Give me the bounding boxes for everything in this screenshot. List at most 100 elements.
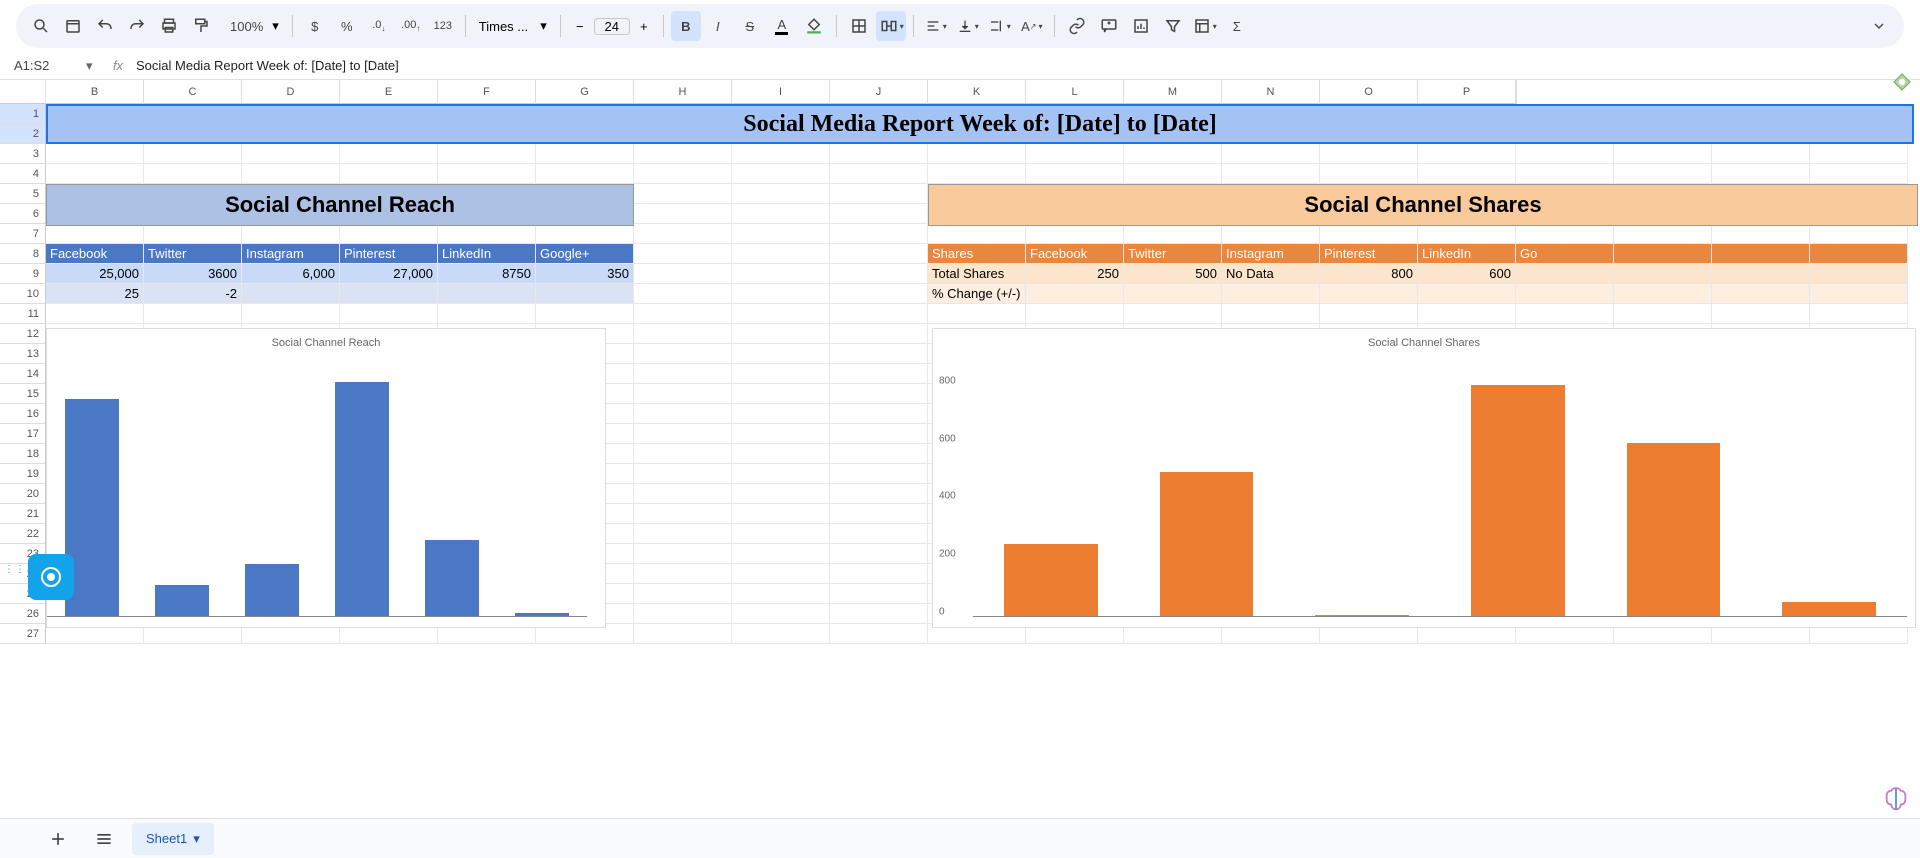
cell[interactable] bbox=[1810, 264, 1908, 284]
row-header[interactable]: 26 bbox=[0, 604, 46, 624]
italic-button[interactable]: I bbox=[703, 11, 733, 41]
cell[interactable] bbox=[340, 164, 438, 184]
cell[interactable] bbox=[438, 144, 536, 164]
chevron-down-icon[interactable]: ▾ bbox=[193, 831, 200, 847]
name-box[interactable]: A1:S2 bbox=[8, 58, 86, 73]
cell[interactable] bbox=[830, 284, 928, 304]
cell[interactable] bbox=[732, 364, 830, 384]
column-header[interactable]: D bbox=[242, 80, 340, 104]
ai-assistant-icon[interactable] bbox=[1882, 786, 1910, 814]
cell[interactable] bbox=[1320, 224, 1418, 244]
column-header[interactable]: J bbox=[830, 80, 928, 104]
cell[interactable] bbox=[1810, 244, 1908, 264]
cell[interactable]: 25 bbox=[46, 284, 144, 304]
cell[interactable] bbox=[830, 464, 928, 484]
decrease-decimal-icon[interactable]: .0↓ bbox=[364, 11, 394, 41]
cell[interactable] bbox=[46, 224, 144, 244]
decrease-font-button[interactable]: − bbox=[568, 14, 592, 38]
cell[interactable] bbox=[732, 404, 830, 424]
cell[interactable] bbox=[732, 444, 830, 464]
bold-button[interactable]: B bbox=[671, 11, 701, 41]
cell[interactable] bbox=[1124, 284, 1222, 304]
cell[interactable] bbox=[1712, 244, 1810, 264]
cell[interactable] bbox=[830, 524, 928, 544]
cell[interactable] bbox=[1124, 224, 1222, 244]
cell[interactable] bbox=[830, 504, 928, 524]
cell[interactable]: Google+ bbox=[536, 244, 634, 264]
cell[interactable] bbox=[732, 564, 830, 584]
column-header[interactable]: P bbox=[1418, 80, 1516, 104]
cell[interactable] bbox=[46, 164, 144, 184]
fill-color-button[interactable] bbox=[799, 11, 829, 41]
cell[interactable] bbox=[830, 364, 928, 384]
cell[interactable] bbox=[830, 204, 928, 224]
column-header[interactable]: G bbox=[536, 80, 634, 104]
cell[interactable] bbox=[732, 204, 830, 224]
cell[interactable] bbox=[1026, 144, 1124, 164]
cell[interactable] bbox=[830, 564, 928, 584]
search-icon[interactable] bbox=[26, 11, 56, 41]
cell[interactable] bbox=[634, 444, 732, 464]
cell[interactable] bbox=[1026, 284, 1124, 304]
column-header[interactable]: I bbox=[732, 80, 830, 104]
cell[interactable]: 600 bbox=[1418, 264, 1516, 284]
paint-format-icon[interactable] bbox=[186, 11, 216, 41]
cell[interactable] bbox=[1712, 284, 1810, 304]
cell[interactable] bbox=[634, 604, 732, 624]
cell[interactable] bbox=[830, 424, 928, 444]
cell[interactable] bbox=[634, 304, 732, 324]
reach-chart[interactable]: Social Channel Reach bbox=[46, 328, 606, 628]
cell[interactable]: 3600 bbox=[144, 264, 242, 284]
cell[interactable] bbox=[634, 584, 732, 604]
select-all-corner[interactable] bbox=[0, 80, 46, 104]
row-header[interactable]: 20 bbox=[0, 484, 46, 504]
row-header[interactable]: 5 bbox=[0, 184, 46, 204]
cell[interactable] bbox=[340, 224, 438, 244]
vertical-align-button[interactable]: ▾ bbox=[953, 11, 983, 41]
cell[interactable] bbox=[830, 584, 928, 604]
cell[interactable] bbox=[1614, 224, 1712, 244]
cell[interactable] bbox=[1418, 224, 1516, 244]
cell[interactable] bbox=[438, 304, 536, 324]
record-button[interactable] bbox=[28, 554, 74, 600]
cell[interactable] bbox=[634, 524, 732, 544]
cell[interactable]: LinkedIn bbox=[438, 244, 536, 264]
cell[interactable]: No Data bbox=[1222, 264, 1320, 284]
cell[interactable] bbox=[1320, 164, 1418, 184]
increase-decimal-icon[interactable]: .00↑ bbox=[396, 11, 426, 41]
cell[interactable] bbox=[340, 304, 438, 324]
cell[interactable] bbox=[242, 284, 340, 304]
row-header[interactable]: 21 bbox=[0, 504, 46, 524]
cell[interactable] bbox=[1124, 144, 1222, 164]
cell[interactable] bbox=[144, 164, 242, 184]
cell[interactable] bbox=[732, 284, 830, 304]
cell[interactable] bbox=[1614, 144, 1712, 164]
cell[interactable]: Twitter bbox=[1124, 244, 1222, 264]
cell[interactable] bbox=[1222, 304, 1320, 324]
cell[interactable] bbox=[1222, 144, 1320, 164]
undo-icon[interactable] bbox=[90, 11, 120, 41]
side-panel-toggle[interactable] bbox=[1890, 70, 1914, 94]
cell[interactable]: -2 bbox=[144, 284, 242, 304]
cell[interactable] bbox=[536, 164, 634, 184]
cell[interactable] bbox=[536, 284, 634, 304]
cell[interactable] bbox=[732, 304, 830, 324]
cell[interactable] bbox=[732, 324, 830, 344]
cell[interactable] bbox=[46, 304, 144, 324]
cell[interactable] bbox=[1516, 264, 1614, 284]
cell[interactable]: 27,000 bbox=[340, 264, 438, 284]
cell[interactable] bbox=[1712, 264, 1810, 284]
cell[interactable] bbox=[1124, 304, 1222, 324]
cell[interactable] bbox=[830, 304, 928, 324]
cell[interactable] bbox=[830, 184, 928, 204]
cell[interactable] bbox=[634, 164, 732, 184]
cell[interactable] bbox=[340, 284, 438, 304]
row-header[interactable]: 2 bbox=[0, 124, 46, 144]
cell[interactable]: Go bbox=[1516, 244, 1614, 264]
cell[interactable]: 800 bbox=[1320, 264, 1418, 284]
cell[interactable] bbox=[732, 584, 830, 604]
column-header[interactable]: K bbox=[928, 80, 1026, 104]
cell[interactable] bbox=[438, 224, 536, 244]
report-title-cell[interactable]: Social Media Report Week of: [Date] to [… bbox=[46, 104, 1914, 144]
cell[interactable] bbox=[634, 364, 732, 384]
